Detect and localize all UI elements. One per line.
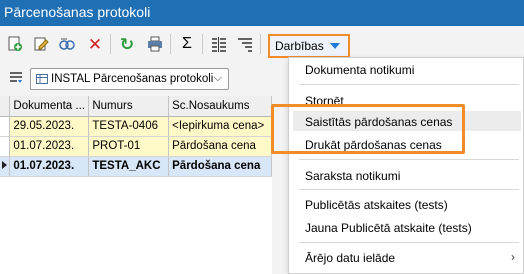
table-row-selected[interactable]: 01.07.2023. TESTA_AKC Pārdošana cena (0, 156, 272, 177)
table-row[interactable]: 01.07.2023. PROT-01 Pārdošana cena (0, 136, 272, 157)
sum-icon[interactable]: Σ (178, 35, 196, 53)
cell-date[interactable]: 29.05.2023. (9, 116, 90, 137)
filter-icon[interactable] (236, 35, 254, 53)
window-title: Pārcenošanas protokoli (0, 0, 524, 26)
table-icon (36, 74, 48, 84)
protocols-grid: Dokumenta ... Numurs Sc.Nosaukums 29.05.… (0, 96, 272, 274)
chevron-right-icon: › (511, 250, 515, 264)
column-header-name[interactable]: Sc.Nosaukums (168, 96, 272, 117)
current-row-arrow-icon (2, 161, 7, 169)
menu-item-list-events[interactable]: Saraksta notikumi (305, 169, 400, 183)
cell-date[interactable]: 01.07.2023. (9, 156, 90, 177)
menu-item-new-published-report[interactable]: Jauna Publicētā atskaite (tests) (305, 221, 472, 235)
row-indicator (0, 156, 11, 177)
select-value: INSTAL Pārcenošanas protokoli (51, 73, 214, 85)
menu-separator (299, 242, 519, 243)
list-view-icon[interactable] (9, 71, 23, 85)
protocol-type-select[interactable]: INSTAL Pārcenošanas protokoli ⌵ (30, 68, 229, 90)
toolbar-separator (170, 34, 171, 54)
copy-icon[interactable] (58, 35, 76, 53)
toolbar-separator (110, 34, 111, 54)
add-icon[interactable] (6, 35, 24, 53)
cell-number[interactable]: PROT-01 (88, 136, 170, 157)
menu-separator (299, 159, 519, 160)
menu-item-external-data-import[interactable]: Ārējo datu ielāde (305, 251, 395, 265)
chevron-down-icon: ⌵ (213, 72, 222, 84)
cell-number[interactable]: TESTA-0406 (88, 116, 170, 137)
menu-separator (299, 84, 519, 85)
cell-number[interactable]: TESTA_AKC (88, 156, 170, 177)
cell-date[interactable]: 01.07.2023. (9, 136, 90, 157)
row-indicator (0, 136, 11, 157)
actions-dropdown-button[interactable]: Darbības (268, 34, 350, 58)
cell-name[interactable]: <Iepirkuma cena> (168, 116, 272, 137)
columns-icon[interactable] (210, 35, 228, 53)
column-header-date[interactable]: Dokumenta ... (9, 96, 90, 117)
table-row[interactable]: 29.05.2023. TESTA-0406 <Iepirkuma cena> (0, 116, 272, 137)
menu-separator (299, 189, 519, 190)
edit-icon[interactable] (32, 35, 50, 53)
row-indicator (0, 116, 11, 137)
chevron-down-icon (329, 43, 340, 49)
actions-menu: Dokumenta notikumi Stornēt Saistītās pār… (288, 57, 524, 274)
annotation-highlight-box (271, 104, 465, 154)
menu-item-document-events[interactable]: Dokumenta notikumi (305, 63, 414, 77)
print-icon[interactable] (146, 35, 164, 53)
toolbar-separator (202, 34, 203, 54)
row-indicator-header (0, 96, 11, 117)
cell-name[interactable]: Pārdošana cena (168, 156, 272, 177)
refresh-icon[interactable]: ↻ (118, 35, 136, 53)
actions-label: Darbības (275, 39, 324, 53)
cell-name[interactable]: Pārdošana cena (168, 136, 272, 157)
toolbar-separator (260, 34, 261, 54)
column-header-number[interactable]: Numurs (88, 96, 170, 117)
delete-icon[interactable]: ✕ (86, 35, 104, 53)
menu-item-published-reports[interactable]: Publicētās atskaites (tests) (305, 198, 448, 212)
